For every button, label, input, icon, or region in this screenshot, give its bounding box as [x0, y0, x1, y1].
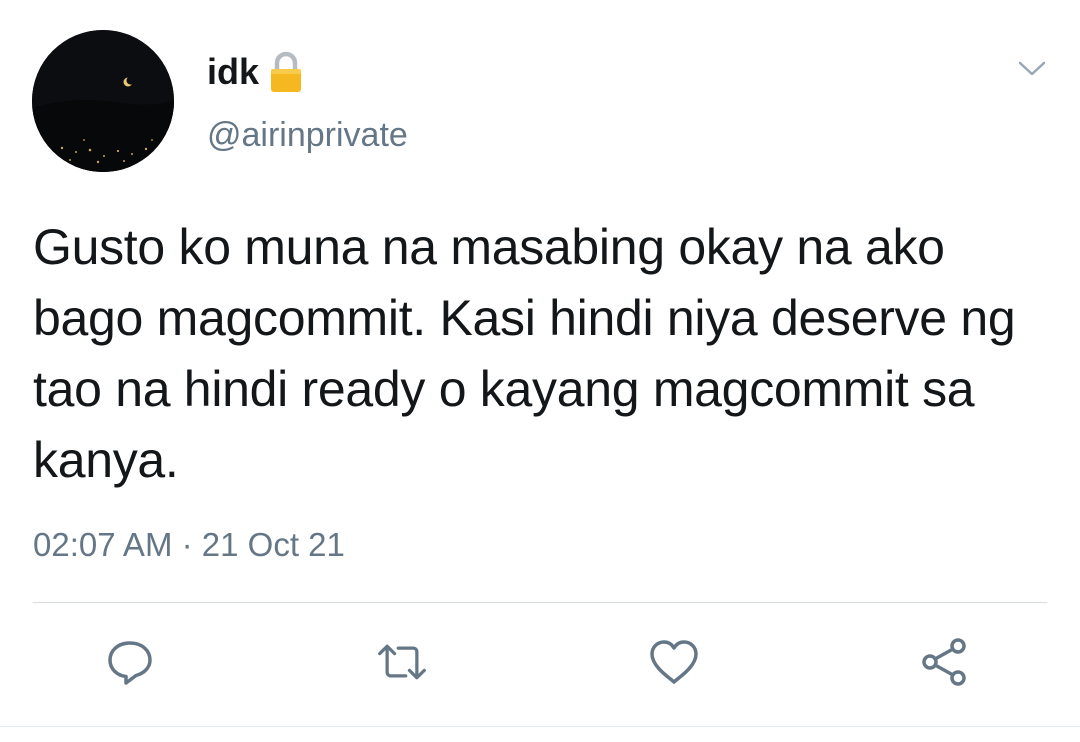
- lock-icon: [269, 50, 303, 94]
- heart-icon[interactable]: [648, 636, 700, 688]
- tweet-time: 02:07 AM: [33, 526, 173, 563]
- divider: [33, 602, 1047, 603]
- chevron-down-icon[interactable]: [1012, 52, 1052, 86]
- tweet-text: Gusto ko muna na masabing okay na ako ba…: [33, 219, 1016, 488]
- meta-separator: ·: [181, 526, 193, 563]
- display-name[interactable]: idk: [207, 51, 259, 93]
- avatar-night-photo: [32, 30, 174, 172]
- bottom-divider: [0, 726, 1080, 727]
- avatar[interactable]: [32, 30, 174, 172]
- share-icon[interactable]: [918, 636, 970, 688]
- tweet-timestamp[interactable]: 02:07 AM · 21 Oct 21: [33, 526, 345, 564]
- reply-icon[interactable]: [104, 636, 156, 688]
- user-handle[interactable]: @airinprivate: [207, 116, 408, 155]
- tweet-date: 21 Oct 21: [201, 526, 345, 563]
- user-name-row: idk: [207, 50, 303, 94]
- retweet-icon[interactable]: [376, 636, 428, 688]
